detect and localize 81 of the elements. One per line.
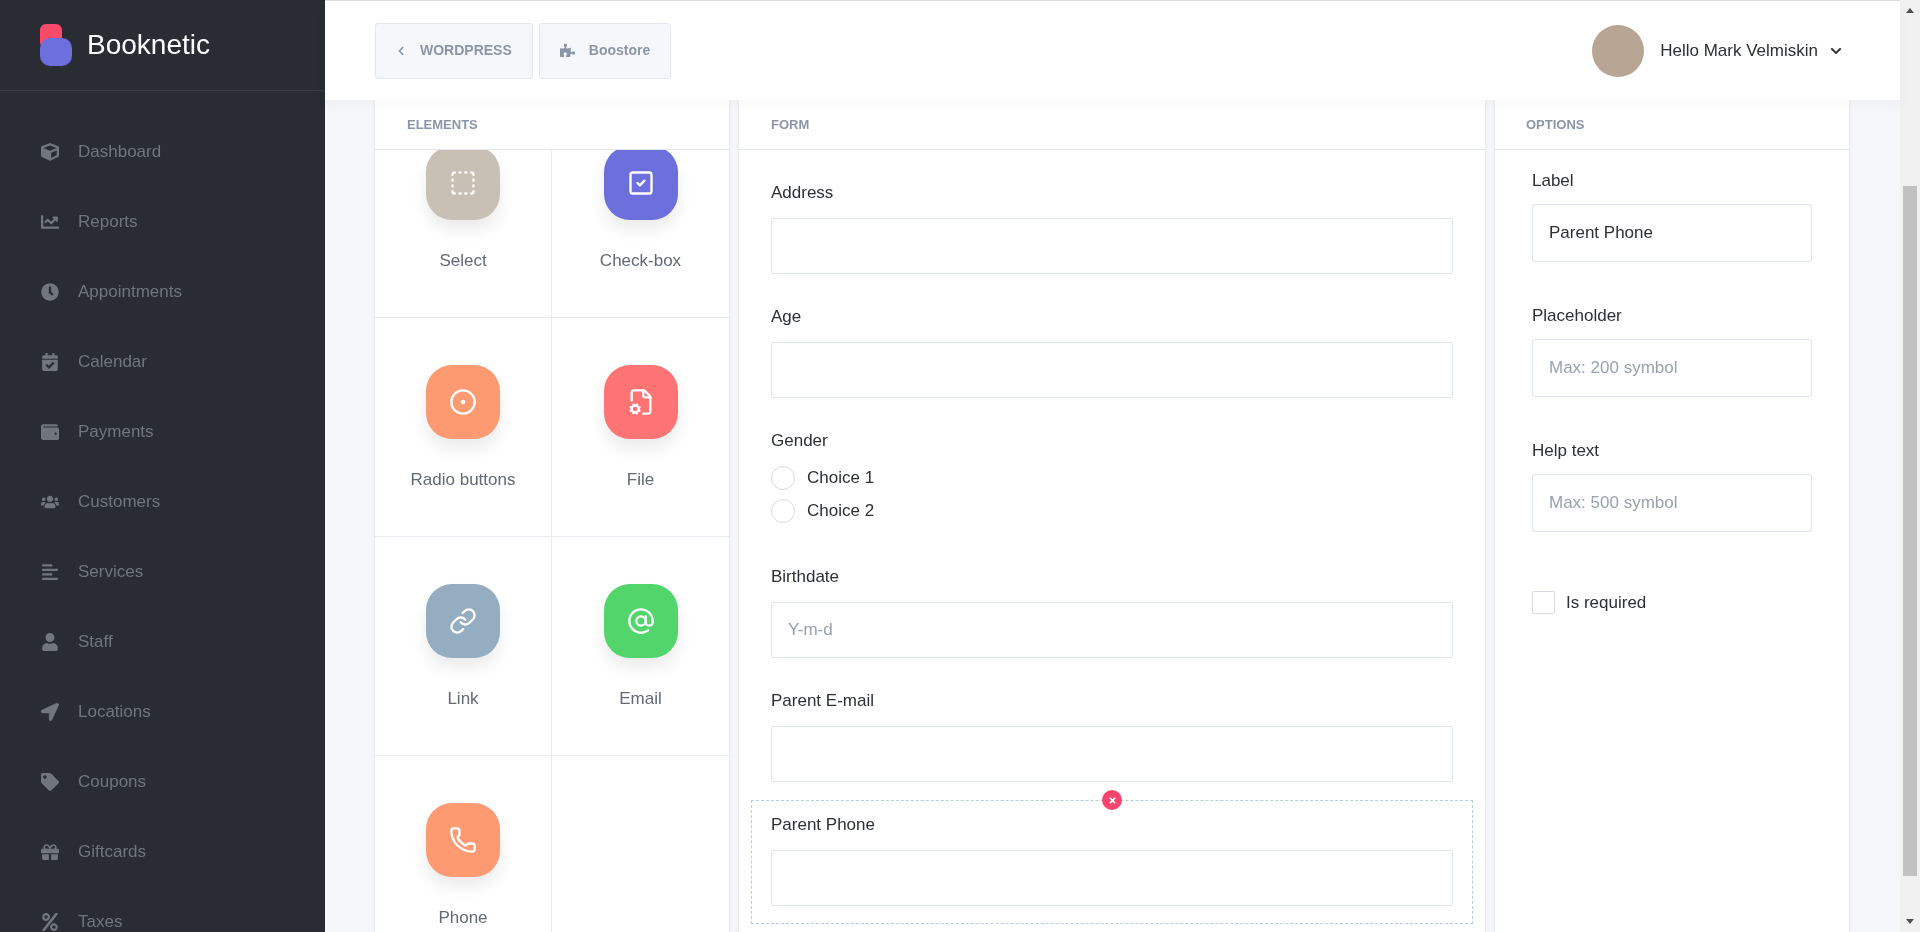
- option-label: Placeholder: [1532, 306, 1623, 326]
- element-label: Select: [439, 250, 487, 272]
- radio-label: Choice 1: [807, 466, 875, 489]
- users-icon: [40, 493, 60, 511]
- sidebar-item[interactable]: Reports: [0, 187, 325, 257]
- field-block[interactable]: Address: [751, 168, 1473, 292]
- user-menu[interactable]: Hello Mark Velmiskin: [1660, 37, 1842, 64]
- input-field[interactable]: [771, 342, 1453, 398]
- sidebar-item[interactable]: Giftcards: [0, 817, 325, 887]
- field-label: Parent Phone: [771, 815, 875, 835]
- field-label: Parent E-mail: [771, 691, 874, 711]
- input-field[interactable]: [771, 850, 1453, 906]
- chevron-left-icon: [396, 45, 406, 56]
- user-icon: [40, 633, 60, 651]
- sidebar-item[interactable]: Payments: [0, 397, 325, 467]
- field-block[interactable]: Gender Choice 1 Choice 2: [751, 416, 1473, 552]
- option-label: Help text: [1532, 441, 1601, 461]
- sidebar-item[interactable]: Taxes: [0, 887, 325, 932]
- radio-button[interactable]: [771, 465, 795, 490]
- remove-icon[interactable]: [1102, 790, 1122, 810]
- checkbox[interactable]: [1532, 591, 1555, 615]
- field-label: Age: [771, 307, 802, 327]
- brand-name: Booknetic: [87, 28, 210, 62]
- back-button[interactable]: WORDPRESS: [375, 22, 533, 79]
- sidebar-item[interactable]: Customers: [0, 467, 325, 537]
- input-field[interactable]: Y-m-d: [771, 602, 1453, 658]
- panel-title: FORM: [771, 115, 810, 134]
- puzzle-icon: [559, 43, 575, 58]
- line-chart-icon: [40, 213, 60, 231]
- sidebar-item[interactable]: Appointments: [0, 257, 325, 327]
- element-label: Phone: [438, 907, 488, 929]
- tag-icon: [40, 773, 60, 791]
- lines-icon: [40, 563, 60, 581]
- element-label: Link: [447, 688, 479, 710]
- gift-icon: [40, 843, 60, 861]
- element-tile[interactable]: Check-box: [552, 150, 729, 318]
- clock-icon: [40, 283, 60, 301]
- element-label: Radio buttons: [410, 469, 516, 491]
- element-tile[interactable]: Email: [552, 537, 729, 756]
- radio-button[interactable]: [771, 498, 795, 523]
- field-label: Birthdate: [771, 567, 840, 587]
- element-tile[interactable]: File: [552, 318, 729, 537]
- scroll-up-icon[interactable]: [1905, 6, 1915, 14]
- checkbox-label: Is required: [1566, 592, 1647, 614]
- arrow-icon: [40, 703, 60, 721]
- element-tile[interactable]: Link: [375, 537, 552, 756]
- scroll-down-icon[interactable]: [1905, 918, 1915, 926]
- sidebar-item[interactable]: Locations: [0, 677, 325, 747]
- percent-icon: [40, 913, 60, 931]
- logo-icon: [40, 24, 72, 66]
- element-label: File: [626, 469, 655, 491]
- field-label: Address: [771, 183, 834, 203]
- element-label: Email: [619, 688, 662, 710]
- wallet-icon: [40, 423, 60, 441]
- radio-label: Choice 2: [807, 499, 875, 522]
- element-tile[interactable]: Radio buttons: [375, 318, 552, 537]
- panel-title: ELEMENTS: [407, 115, 478, 134]
- element-tile[interactable]: Select: [375, 150, 552, 318]
- input-field[interactable]: Parent Phone: [1532, 204, 1812, 262]
- field-label: Gender: [771, 431, 828, 451]
- sidebar-item[interactable]: Services: [0, 537, 325, 607]
- store-button[interactable]: Boostore: [538, 22, 672, 79]
- field-block[interactable]: Birthdate Y-m-d: [751, 552, 1473, 676]
- input-field[interactable]: [771, 726, 1453, 782]
- input-field[interactable]: Max: 200 symbol: [1532, 339, 1812, 397]
- sidebar-item[interactable]: Coupons: [0, 747, 325, 817]
- scrollbar[interactable]: [1900, 0, 1920, 932]
- sidebar-item[interactable]: Dashboard: [0, 117, 325, 187]
- field-block[interactable]: Parent E-mail: [751, 676, 1473, 800]
- input-field[interactable]: Max: 500 symbol: [1532, 474, 1812, 532]
- sidebar-item[interactable]: Staff: [0, 607, 325, 677]
- cube-icon: [40, 143, 60, 161]
- selected-field-block[interactable]: Parent Phone: [751, 800, 1473, 924]
- field-block[interactable]: Age: [751, 292, 1473, 416]
- input-field[interactable]: [771, 218, 1453, 274]
- element-label: Check-box: [599, 250, 682, 272]
- panel-title: OPTIONS: [1526, 115, 1585, 134]
- sidebar-item[interactable]: Calendar: [0, 327, 325, 397]
- calendar-icon: [40, 353, 60, 371]
- element-tile[interactable]: Phone: [375, 756, 552, 932]
- option-label: Label: [1532, 171, 1575, 191]
